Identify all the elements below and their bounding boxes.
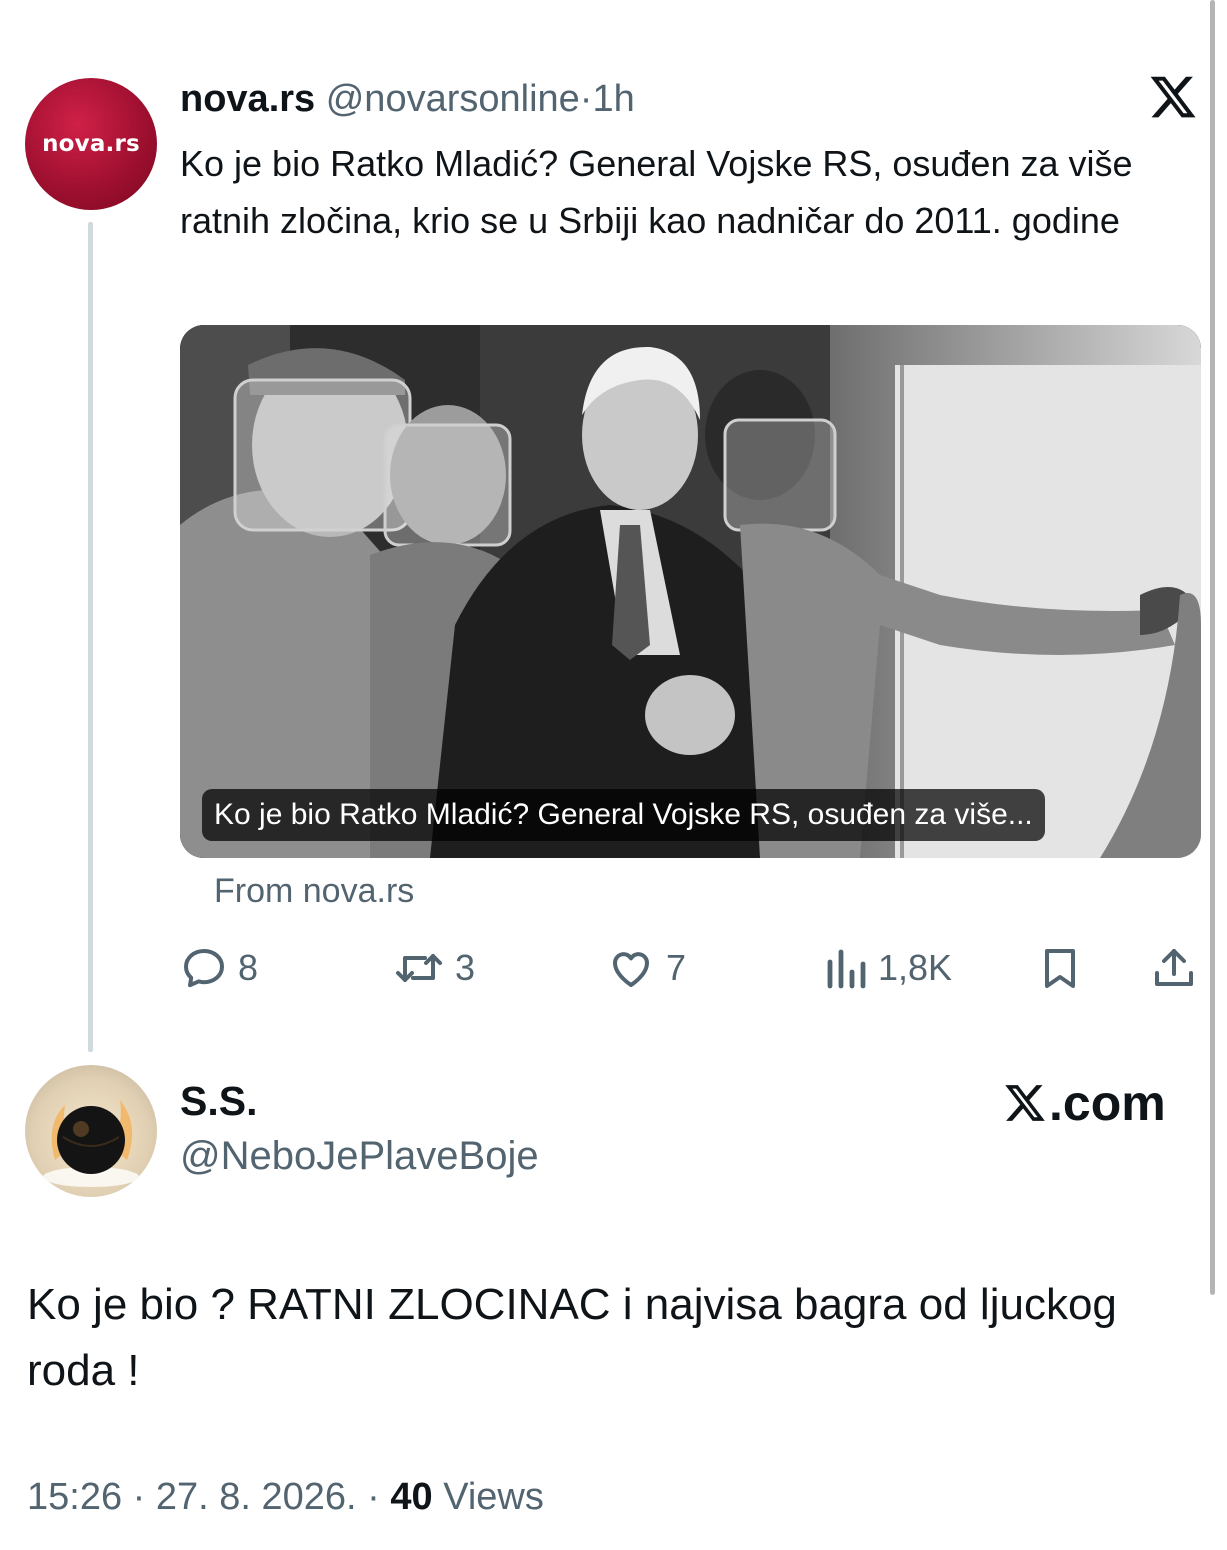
bookmark-icon: [1045, 949, 1075, 988]
quote-display-name[interactable]: S.S.: [180, 1078, 257, 1125]
like-count: 7: [666, 947, 687, 988]
repost-icon: [396, 954, 442, 982]
x-logo-icon: [1150, 76, 1196, 118]
like-icon: [613, 952, 649, 987]
link-card-caption: Ko je bio Ratko Mladić? General Vojske R…: [202, 789, 1045, 841]
views-icon: [827, 949, 866, 989]
avatar-user[interactable]: [25, 1065, 157, 1197]
share-button[interactable]: [1150, 940, 1198, 996]
tweet-time[interactable]: 1h: [592, 78, 634, 120]
tweet-text: Ko je bio Ratko Mladić? General Vojske R…: [180, 143, 1133, 241]
avatar-image: [43, 1100, 139, 1187]
x-logo-icon: [1005, 1085, 1045, 1121]
brand-text: .com: [1049, 1075, 1166, 1131]
repost-button[interactable]: 3: [393, 940, 475, 996]
quote-timestamp: 15:26 · 27. 8. 2026. ·: [27, 1476, 391, 1518]
views-button[interactable]: 1,8K: [824, 940, 952, 996]
quote-user-handle[interactable]: @NeboJePlaveBoje: [180, 1134, 539, 1179]
reply-count: 8: [238, 947, 259, 988]
quote-meta: 15:26 · 27. 8. 2026. · 40 Views: [27, 1476, 544, 1519]
link-card[interactable]: Ko je bio Ratko Mladić? General Vojske R…: [180, 325, 1201, 858]
reply-icon: [184, 949, 224, 988]
thread-line: [88, 222, 93, 1052]
brand-watermark: .com: [1003, 1074, 1166, 1132]
scrollbar[interactable]: [1210, 0, 1215, 1295]
separator-dot: ·: [579, 78, 593, 120]
repost-count: 3: [455, 947, 476, 988]
avatar-logo-text: nova.rs: [42, 131, 140, 157]
news-photo: [180, 325, 1201, 858]
like-button[interactable]: 7: [606, 940, 686, 996]
bookmark-button[interactable]: [1036, 940, 1084, 996]
link-source[interactable]: From nova.rs: [214, 872, 414, 911]
user-handle[interactable]: @novarsonline: [326, 78, 580, 120]
avatar-novars[interactable]: nova.rs: [25, 78, 157, 210]
display-name[interactable]: nova.rs: [180, 78, 315, 120]
reply-button[interactable]: 8: [180, 940, 258, 996]
views-count: 1,8K: [878, 947, 953, 988]
quote-views-label: Views: [432, 1476, 544, 1518]
tweet-header: nova.rs @novarsonline·1h: [180, 76, 635, 122]
quote-text: Ko je bio ? RATNI ZLOCINAC i najvisa bag…: [27, 1280, 1117, 1395]
share-icon: [1155, 949, 1193, 986]
quote-views-count: 40: [390, 1476, 433, 1518]
